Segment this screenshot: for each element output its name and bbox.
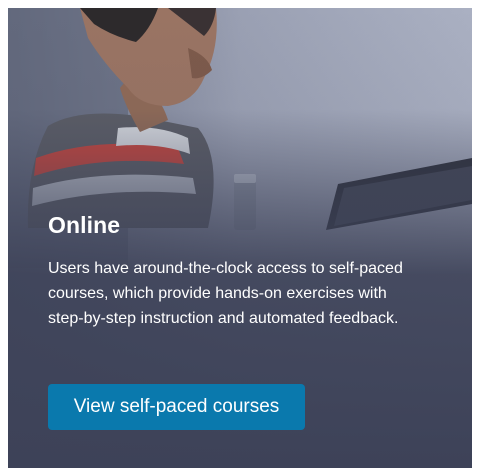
view-self-paced-courses-button[interactable]: View self-paced courses xyxy=(48,384,305,430)
card-description: Users have around-the-clock access to se… xyxy=(48,260,403,327)
card-content: Online Users have around-the-clock acces… xyxy=(48,210,428,331)
card-title: Online xyxy=(48,212,121,238)
course-card-online: Online Users have around-the-clock acces… xyxy=(8,8,472,468)
